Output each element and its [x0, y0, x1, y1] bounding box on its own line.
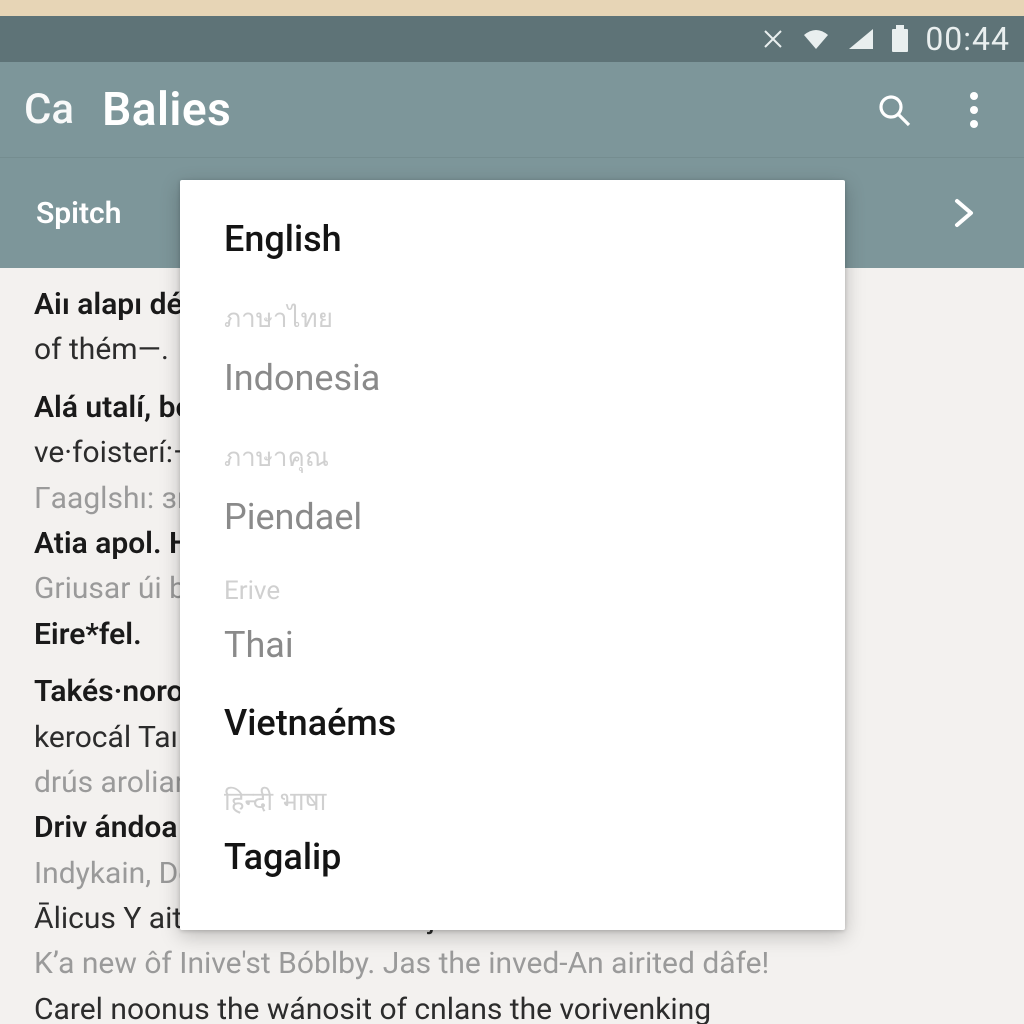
subbar-chevron-button[interactable] — [938, 188, 988, 238]
status-time: 00:44 — [925, 20, 1010, 58]
language-option[interactable]: ภาษาไทย — [180, 278, 845, 339]
search-icon — [874, 90, 914, 130]
language-option[interactable]: Erive — [180, 556, 845, 606]
app-bar: Ca Balies — [0, 62, 1024, 158]
overflow-menu-button[interactable] — [948, 84, 1000, 136]
app-bar-title: Balies — [102, 83, 231, 137]
language-option[interactable]: हिन्दी भाषा — [180, 762, 845, 818]
language-option[interactable]: Indonesia — [180, 339, 845, 417]
wifi-icon — [801, 27, 831, 51]
language-dropdown: EnglishภาษาไทยIndonesiaภาษาคุณPiendaelEr… — [180, 180, 845, 930]
battery-icon — [891, 25, 909, 53]
article-line: Carel noonus the wánosit of cnlans the v… — [34, 989, 990, 1024]
app-bar-leading[interactable]: Ca — [24, 85, 74, 134]
language-option[interactable]: Thai — [180, 606, 845, 684]
article-line: Kʼa new ôf Inive'st Bóblby. Jas the inve… — [34, 943, 990, 984]
status-bar: 00:44 — [0, 16, 1024, 62]
language-option[interactable]: ภาษาคุณ — [180, 417, 845, 478]
language-option[interactable]: Tagalip — [180, 818, 845, 896]
more-vert-icon — [969, 91, 979, 129]
chevron-right-icon — [945, 195, 981, 231]
crossed-utensils-icon — [761, 27, 785, 51]
subbar-switch-label[interactable]: Spitch — [36, 196, 121, 231]
language-option[interactable]: Vietnaéms — [180, 684, 845, 762]
language-option[interactable]: Piendael — [180, 478, 845, 556]
device-frame-stripe — [0, 0, 1024, 16]
language-option[interactable]: English — [180, 200, 845, 278]
search-button[interactable] — [868, 84, 920, 136]
cell-signal-icon — [847, 27, 875, 51]
